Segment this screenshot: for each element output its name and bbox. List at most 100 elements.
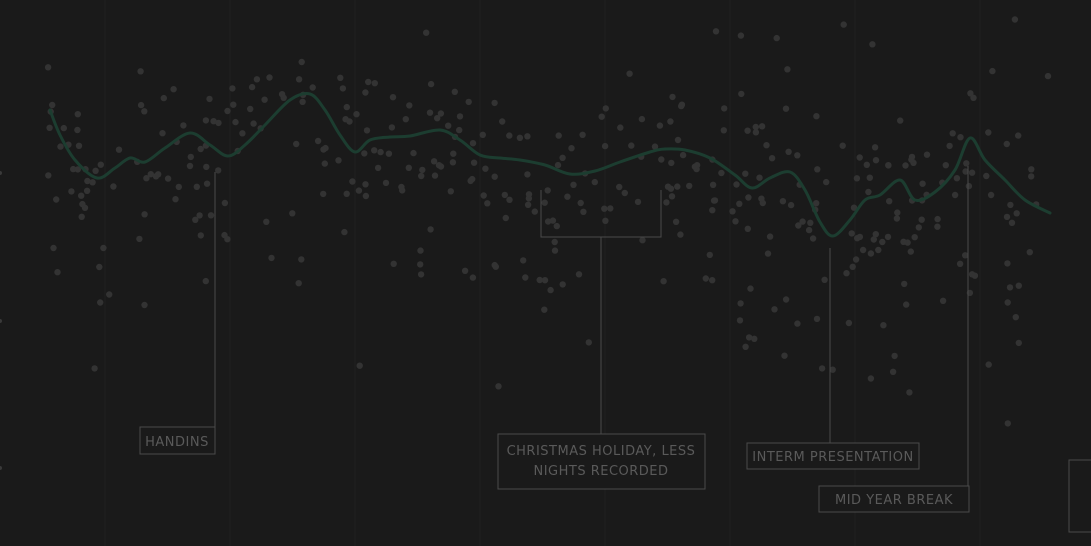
data-point [343, 103, 350, 111]
data-point [499, 118, 506, 125]
data-point [78, 192, 85, 199]
data-point [371, 147, 378, 154]
data-point [405, 164, 412, 171]
data-point [779, 198, 787, 205]
data-point [706, 251, 713, 259]
data-point [341, 228, 348, 236]
data-point [720, 127, 727, 134]
data-point [97, 161, 105, 168]
data-point [919, 180, 926, 187]
data-point [758, 123, 766, 130]
data-point [295, 280, 302, 287]
data-point [68, 188, 75, 195]
data-point [766, 233, 774, 240]
data-point [491, 173, 498, 180]
data-point [709, 277, 716, 284]
data-point [903, 301, 910, 308]
data-point [553, 222, 560, 230]
annotation-box-clipped [1068, 459, 1091, 533]
data-point [524, 171, 531, 178]
data-point [551, 238, 558, 246]
data-point [601, 142, 609, 150]
data-point [75, 142, 83, 149]
data-point [320, 146, 327, 153]
data-point [361, 150, 368, 157]
data-point [337, 74, 344, 82]
data-point [232, 118, 239, 126]
data-point [91, 365, 98, 372]
data-point [957, 134, 964, 141]
data-point [658, 156, 665, 163]
data-point [83, 187, 91, 194]
data-point [894, 209, 901, 216]
data-point [278, 91, 286, 98]
data-point [389, 94, 397, 101]
data-point [953, 175, 961, 182]
data-point [859, 246, 867, 254]
data-point [934, 223, 941, 230]
data-point [908, 153, 916, 161]
data-point [602, 217, 609, 224]
data-point [321, 160, 328, 167]
data-point [911, 234, 918, 241]
data-point [346, 118, 353, 125]
data-point [356, 362, 363, 369]
data-point [193, 183, 200, 190]
data-point [1015, 282, 1022, 289]
data-point [203, 163, 210, 171]
data-point [298, 256, 305, 263]
data-point [660, 278, 667, 285]
data-point [639, 237, 646, 244]
data-point [410, 149, 417, 157]
data-point [678, 101, 686, 108]
data-point [568, 145, 575, 152]
data-point [1007, 201, 1014, 209]
data-point [427, 226, 434, 233]
data-point [551, 247, 559, 254]
data-point [524, 133, 531, 140]
data-point [44, 64, 52, 71]
data-point [60, 124, 67, 132]
data-point [544, 187, 551, 194]
data-point [863, 161, 870, 168]
data-point [891, 352, 898, 360]
data-point [480, 192, 487, 199]
data-point [781, 352, 788, 359]
data-point [491, 261, 498, 269]
data-point [564, 193, 571, 200]
data-point [1003, 140, 1010, 148]
data-point [388, 124, 396, 131]
data-point [362, 89, 369, 96]
data-point [737, 32, 745, 39]
data-point [531, 208, 538, 215]
data-point [469, 140, 477, 147]
data-point [141, 301, 148, 309]
data-point [1015, 339, 1022, 347]
data-point [501, 191, 508, 199]
data-point [679, 151, 687, 159]
data-point [160, 94, 167, 102]
data-point [555, 132, 562, 139]
data-point [437, 110, 445, 117]
data-point [377, 148, 384, 156]
y-tick [0, 171, 2, 175]
data-point [956, 260, 964, 267]
data-point [349, 178, 356, 185]
data-point [577, 199, 584, 207]
data-point [502, 214, 509, 222]
data-point [207, 212, 215, 219]
data-point [736, 200, 743, 207]
data-point [186, 162, 194, 170]
data-point [50, 244, 57, 252]
data-point [426, 109, 434, 116]
data-point [923, 151, 931, 158]
data-point [155, 171, 162, 178]
data-point [782, 296, 790, 303]
data-point [710, 197, 718, 204]
data-point [506, 196, 513, 203]
data-point [747, 285, 754, 292]
data-point [289, 210, 296, 217]
data-point [362, 192, 370, 200]
data-point [626, 70, 633, 77]
data-point [915, 224, 922, 231]
